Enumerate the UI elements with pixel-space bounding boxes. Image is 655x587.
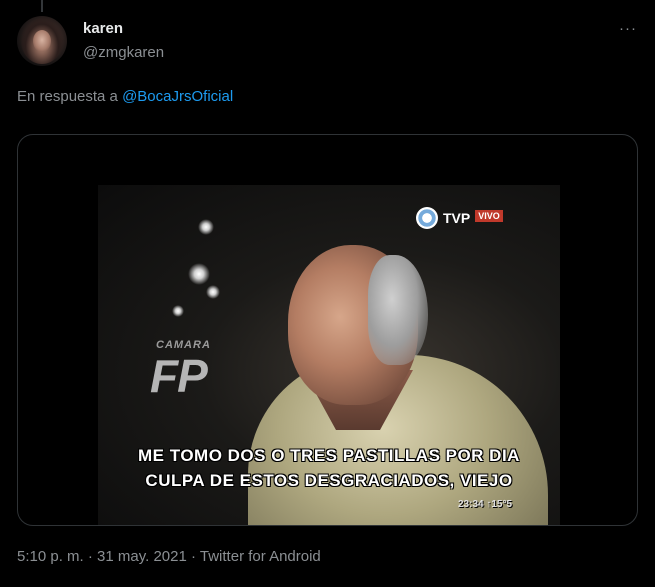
tweet-time[interactable]: 5:10 p. m.: [17, 548, 84, 565]
street-light: [172, 305, 184, 317]
channel-name: TVP: [443, 210, 471, 226]
reply-mention-link[interactable]: @BocaJrsOficial: [122, 88, 233, 105]
subtitle-line-2: CULPA DE ESTOS DESGRACIADOS, VIEJO: [145, 471, 513, 490]
reply-context: En respuesta a @BocaJrsOficial: [17, 88, 233, 105]
live-badge: VIVO: [475, 210, 503, 222]
more-horizontal-icon[interactable]: ···: [619, 20, 637, 37]
meta-separator: ·: [83, 548, 98, 565]
street-light: [188, 263, 210, 285]
tweet-media[interactable]: CAMARA FP TVP VIVO ME TOMO DOS O TRES PA…: [17, 134, 638, 526]
thread-connector-line: [41, 0, 43, 12]
street-light: [206, 285, 220, 299]
watermark-fp: FP: [150, 350, 208, 402]
avatar[interactable]: [17, 16, 67, 66]
broadcast-clock: 23:34 ↑15°5: [458, 499, 513, 510]
argentina-badge-icon: [416, 207, 438, 229]
subtitle-line-1: ME TOMO DOS O TRES PASTILLAS POR DIA: [138, 446, 520, 465]
tweet-meta: 5:10 p. m. · 31 may. 2021 · Twitter for …: [17, 548, 321, 565]
video-frame: CAMARA FP TVP VIVO ME TOMO DOS O TRES PA…: [98, 185, 560, 525]
meta-separator: ·: [186, 548, 200, 565]
user-handle[interactable]: @zmgkaren: [83, 44, 164, 61]
display-name[interactable]: karen: [83, 20, 123, 37]
tweet-source[interactable]: Twitter for Android: [200, 548, 321, 565]
tvp-logo: TVP VIVO: [416, 207, 503, 229]
street-light: [198, 219, 214, 235]
reply-prefix: En respuesta a: [17, 88, 118, 105]
avatar-face: [33, 30, 51, 52]
tweet-date[interactable]: 31 may. 2021: [97, 548, 187, 565]
man-hair: [368, 255, 428, 365]
